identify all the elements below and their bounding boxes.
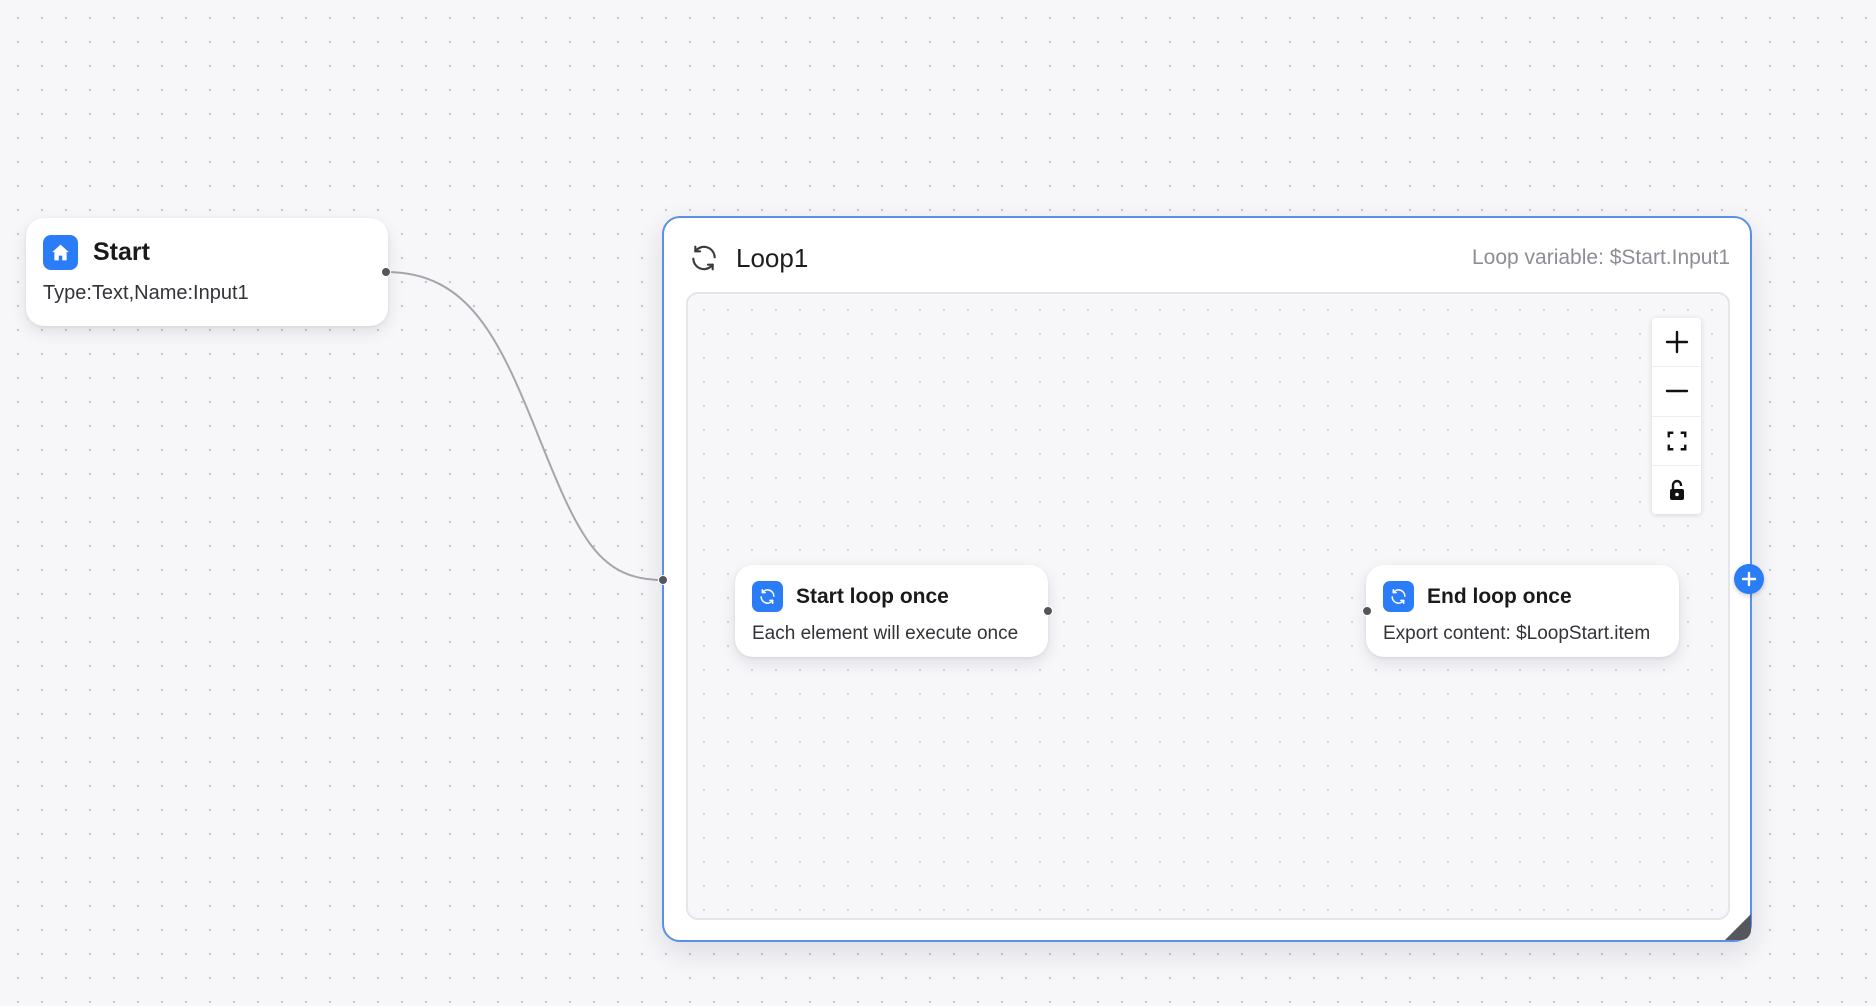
- plus-icon: [1741, 571, 1757, 587]
- lock-button[interactable]: [1652, 466, 1701, 514]
- zoom-in-button[interactable]: [1652, 318, 1701, 368]
- start-loop-node[interactable]: Start loop once Each element will execut…: [735, 565, 1048, 657]
- start-node-description: Type:Text,Name:Input1: [43, 282, 249, 304]
- zoom-out-button[interactable]: [1652, 367, 1701, 417]
- resize-handle-icon[interactable]: [1725, 914, 1751, 940]
- refresh-icon: [1383, 581, 1414, 612]
- home-icon: [43, 235, 78, 270]
- end-loop-node-description: Export content: $LoopStart.item: [1383, 623, 1651, 644]
- start-loop-node-output-handle[interactable]: [1043, 606, 1053, 616]
- refresh-icon: [752, 581, 783, 612]
- start-node-title: Start: [93, 238, 150, 266]
- plus-icon: [1665, 330, 1689, 354]
- end-loop-node[interactable]: End loop once Export content: $LoopStart…: [1366, 565, 1679, 657]
- start-node-output-handle[interactable]: [381, 267, 391, 277]
- loop-variable-label: Loop variable: $Start.Input1: [1471, 246, 1730, 269]
- start-node-header: Start: [43, 235, 388, 270]
- add-node-button[interactable]: [1734, 564, 1764, 594]
- end-loop-node-input-handle[interactable]: [1362, 606, 1372, 616]
- refresh-icon: [688, 242, 720, 274]
- start-loop-node-header: Start loop once: [752, 581, 1048, 612]
- edge-start-to-loop: [385, 271, 664, 581]
- loop-group-title: Loop1: [736, 242, 809, 273]
- end-loop-node-title: End loop once: [1427, 584, 1572, 608]
- end-loop-node-header: End loop once: [1383, 581, 1679, 612]
- loop-group-input-handle[interactable]: [658, 575, 668, 585]
- start-loop-node-description: Each element will execute once: [752, 623, 1019, 644]
- zoom-controls: [1652, 318, 1701, 514]
- fit-view-icon: [1666, 430, 1688, 452]
- lock-icon: [1667, 479, 1687, 501]
- fit-view-button[interactable]: [1652, 417, 1701, 466]
- loop-group-header: Loop1 Loop variable: $Start.Input1: [688, 240, 1730, 276]
- start-node[interactable]: Start Type:Text,Name:Input1: [26, 218, 388, 326]
- start-loop-node-title: Start loop once: [796, 584, 949, 608]
- minus-icon: [1665, 379, 1689, 403]
